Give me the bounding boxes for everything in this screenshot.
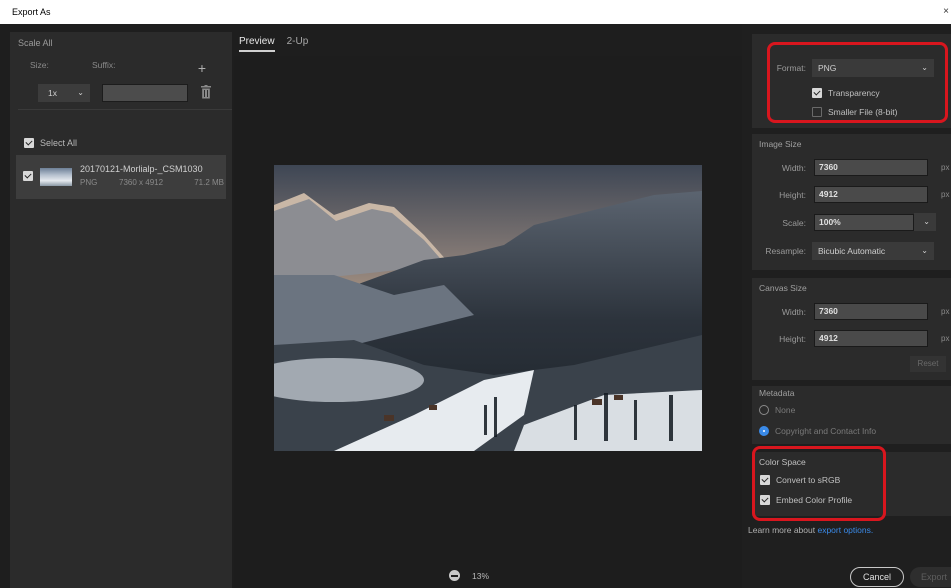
window-title: Export As xyxy=(12,7,51,17)
size-select-value: 1x xyxy=(48,88,57,98)
asset-dimensions: 7360 x 4912 xyxy=(119,178,164,187)
canvas-width-input[interactable]: 7360 xyxy=(814,303,928,320)
resample-select[interactable]: Bicubic Automatic ⌄ xyxy=(812,242,934,260)
metadata-title: Metadata xyxy=(759,388,795,398)
close-icon[interactable]: × xyxy=(943,0,949,24)
metadata-copyright-row[interactable]: Copyright and Contact Info xyxy=(759,426,876,436)
image-width-input[interactable]: 7360 xyxy=(814,159,928,176)
size-select[interactable]: 1x ⌄ xyxy=(38,84,90,102)
image-width-unit: px xyxy=(941,163,950,172)
cancel-button[interactable]: Cancel xyxy=(850,567,904,587)
select-all-checkbox[interactable] xyxy=(24,138,34,148)
metadata-none-row[interactable]: None xyxy=(759,405,795,415)
canvas-width-label: Width: xyxy=(781,307,806,317)
metadata-copyright-label: Copyright and Contact Info xyxy=(775,426,877,436)
chevron-down-icon: ⌄ xyxy=(921,246,928,255)
highlight-color-space xyxy=(752,446,886,521)
asset-name: 20170121-Morlialp-_CSM1030 xyxy=(80,164,203,174)
left-panel: Scale All Size: Suffix: + 1x ⌄ Select Al… xyxy=(10,32,232,588)
asset-file-size: 71.2 MB xyxy=(194,178,224,187)
chevron-down-icon: ⌄ xyxy=(77,88,84,97)
metadata-none-radio[interactable] xyxy=(759,405,769,415)
add-scale-icon[interactable]: + xyxy=(198,60,206,76)
scale-dropdown[interactable]: ⌄ xyxy=(914,213,936,231)
trash-icon[interactable] xyxy=(201,85,211,99)
canvas-width-unit: px xyxy=(941,307,950,316)
export-options-link[interactable]: export options. xyxy=(817,525,873,535)
select-all-label: Select All xyxy=(40,138,78,148)
title-bar: Export As × xyxy=(0,0,951,24)
metadata-copyright-radio[interactable] xyxy=(759,426,769,436)
canvas-height-unit: px xyxy=(941,334,950,343)
highlight-file-settings xyxy=(767,42,948,123)
scale-input[interactable]: 100% xyxy=(814,214,914,231)
asset-list-item[interactable]: 20170121-Morlialp-_CSM1030 PNG 7360 x 49… xyxy=(16,155,226,199)
select-all-row[interactable]: Select All xyxy=(24,136,77,150)
canvas-height-label: Height: xyxy=(779,334,806,344)
scale-all-title: Scale All xyxy=(18,38,53,48)
tab-preview[interactable]: Preview xyxy=(239,36,275,52)
resample-label: Resample: xyxy=(765,246,806,256)
tab-2-up[interactable]: 2-Up xyxy=(287,36,309,52)
metadata-none-label: None xyxy=(775,405,796,415)
image-height-unit: px xyxy=(941,190,950,199)
suffix-input[interactable] xyxy=(102,84,188,102)
resample-select-value: Bicubic Automatic xyxy=(818,246,886,256)
asset-checkbox[interactable] xyxy=(23,171,33,181)
chevron-down-icon: ⌄ xyxy=(923,217,930,226)
canvas-size-title: Canvas Size xyxy=(759,283,807,293)
image-width-label: Width: xyxy=(781,163,806,173)
scale-label: Scale: xyxy=(782,218,806,228)
scale-all-section: Scale All Size: Suffix: + 1x ⌄ xyxy=(18,38,232,110)
suffix-label: Suffix: xyxy=(92,60,116,70)
reset-button[interactable]: Reset xyxy=(910,356,946,372)
canvas-height-input[interactable]: 4912 xyxy=(814,330,928,347)
image-height-label: Height: xyxy=(779,190,806,200)
learn-more-text: Learn more about export options. xyxy=(748,525,873,535)
asset-format: PNG xyxy=(80,178,98,187)
image-height-input[interactable]: 4912 xyxy=(814,186,928,203)
zoom-controls: 13% xyxy=(449,570,512,581)
zoom-level: 13% xyxy=(472,570,490,581)
size-label: Size: xyxy=(30,60,49,70)
learn-more-prefix: Learn more about xyxy=(748,525,818,535)
zoom-out-icon[interactable] xyxy=(449,570,460,581)
export-button[interactable]: Export xyxy=(910,567,951,587)
preview-image xyxy=(274,165,702,451)
asset-meta: PNG 7360 x 4912 71.2 MB xyxy=(80,178,226,187)
image-size-title: Image Size xyxy=(759,139,802,149)
preview-tabs: Preview 2-Up xyxy=(239,36,308,52)
asset-thumbnail xyxy=(40,168,72,186)
